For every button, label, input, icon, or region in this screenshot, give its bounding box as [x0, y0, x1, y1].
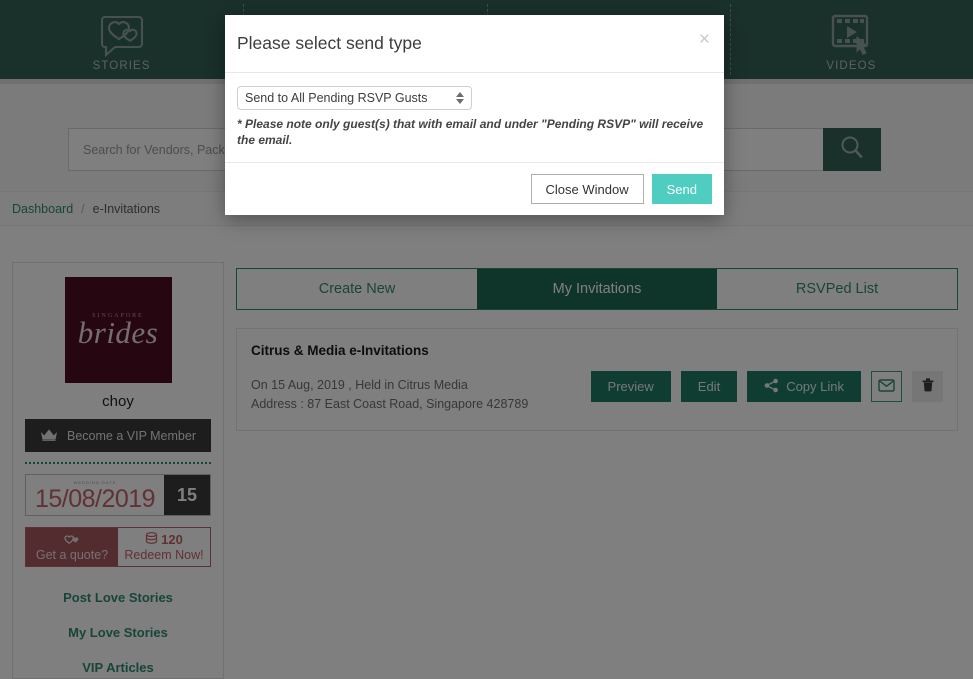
send-button[interactable]: Send [651, 174, 712, 204]
send-type-select-value: Send to All Pending RSVP Gusts [245, 91, 428, 105]
send-type-modal: Please select send type × Send to All Pe… [225, 15, 724, 215]
modal-header: Please select send type × [225, 15, 724, 73]
send-type-select[interactable]: Send to All Pending RSVP Gusts [237, 86, 472, 110]
modal-footer: Close Window Send [225, 163, 724, 215]
modal-title: Please select send type [237, 33, 422, 53]
modal-body: Send to All Pending RSVP Gusts * Please … [225, 73, 724, 163]
modal-note: * Please note only guest(s) that with em… [237, 117, 704, 147]
app-root: STORIES [0, 0, 973, 679]
close-icon[interactable]: × [699, 30, 710, 49]
chevron-updown-icon [456, 87, 464, 109]
close-window-button[interactable]: Close Window [530, 174, 644, 204]
